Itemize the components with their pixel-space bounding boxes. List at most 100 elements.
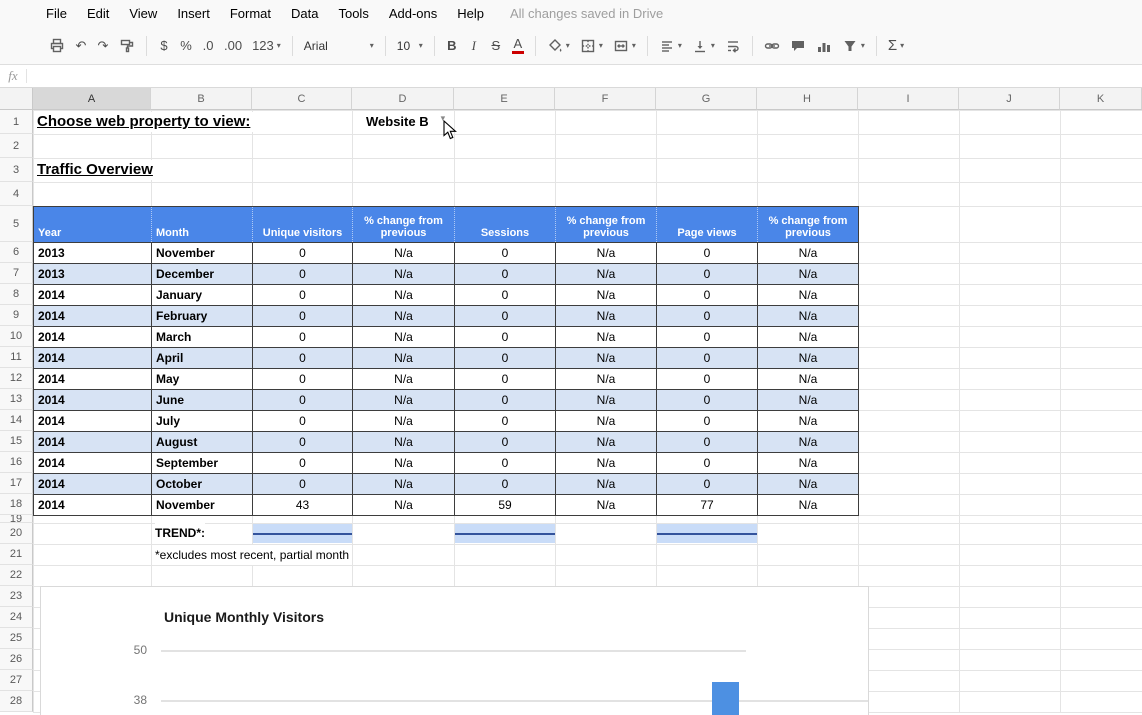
table-cell[interactable]: 2014 (34, 432, 152, 453)
table-cell[interactable]: N/a (758, 264, 859, 285)
table-cell[interactable]: 0 (455, 369, 556, 390)
insert-comment-button[interactable] (785, 34, 811, 58)
table-cell[interactable]: October (152, 474, 253, 495)
table-cell[interactable]: March (152, 327, 253, 348)
table-cell[interactable]: N/a (353, 495, 455, 516)
cell-d1-web-property-select[interactable]: Website B ▾ (366, 112, 445, 132)
table-cell[interactable]: N/a (556, 348, 657, 369)
functions-button[interactable]: Σ▾ (883, 34, 909, 58)
table-cell[interactable]: 2014 (34, 369, 152, 390)
menu-data[interactable]: Data (281, 6, 328, 21)
table-cell[interactable]: 2013 (34, 243, 152, 264)
table-cell[interactable]: 0 (657, 327, 758, 348)
table-cell[interactable]: 0 (657, 348, 758, 369)
row-header-21[interactable]: 21 (0, 544, 33, 565)
table-cell[interactable]: N/a (353, 453, 455, 474)
table-cell[interactable]: N/a (556, 264, 657, 285)
table-cell[interactable]: N/a (556, 432, 657, 453)
bold-button[interactable]: B (441, 34, 463, 58)
table-cell[interactable]: N/a (353, 390, 455, 411)
row-header-9[interactable]: 9 (0, 305, 33, 326)
menu-addons[interactable]: Add-ons (379, 6, 447, 21)
table-cell[interactable]: 0 (253, 285, 353, 306)
table-cell[interactable]: N/a (758, 495, 859, 516)
table-cell[interactable]: 0 (657, 411, 758, 432)
table-cell[interactable]: December (152, 264, 253, 285)
percent-format-button[interactable]: % (175, 34, 197, 58)
table-cell[interactable]: N/a (353, 432, 455, 453)
menu-format[interactable]: Format (220, 6, 281, 21)
table-cell[interactable]: 0 (657, 264, 758, 285)
table-cell[interactable]: 2014 (34, 327, 152, 348)
column-header-D[interactable]: D (352, 88, 454, 110)
row-header-13[interactable]: 13 (0, 389, 33, 410)
sparkline-unique-visitors[interactable] (253, 524, 352, 543)
insert-chart-button[interactable] (811, 34, 837, 58)
row-header-8[interactable]: 8 (0, 284, 33, 305)
row-header-22[interactable]: 22 (0, 565, 33, 586)
increase-decimals-button[interactable]: .00 (219, 34, 247, 58)
currency-format-button[interactable]: $ (153, 34, 175, 58)
sparkline-sessions[interactable] (455, 524, 555, 543)
table-cell[interactable]: 0 (455, 411, 556, 432)
strikethrough-button[interactable]: S (485, 34, 507, 58)
table-cell[interactable]: 0 (657, 243, 758, 264)
column-header-G[interactable]: G (656, 88, 757, 110)
table-cell[interactable]: February (152, 306, 253, 327)
row-header-17[interactable]: 17 (0, 473, 33, 494)
row-header-1[interactable]: 1 (0, 110, 33, 134)
table-cell[interactable]: 2014 (34, 390, 152, 411)
column-header-F[interactable]: F (555, 88, 656, 110)
font-size-select[interactable]: 10▾ (392, 34, 428, 58)
table-cell[interactable]: 0 (455, 474, 556, 495)
table-cell[interactable]: 2014 (34, 285, 152, 306)
table-cell[interactable]: 0 (657, 432, 758, 453)
table-cell[interactable]: 2014 (34, 348, 152, 369)
table-cell[interactable]: 0 (253, 453, 353, 474)
row-header-3[interactable]: 3 (0, 158, 33, 182)
table-cell[interactable]: N/a (353, 285, 455, 306)
row-header-11[interactable]: 11 (0, 347, 33, 368)
table-cell[interactable]: 2014 (34, 453, 152, 474)
table-cell[interactable]: N/a (556, 474, 657, 495)
table-cell[interactable]: May (152, 369, 253, 390)
table-cell[interactable]: 0 (657, 369, 758, 390)
column-header-J[interactable]: J (959, 88, 1060, 110)
italic-button[interactable]: I (463, 34, 485, 58)
table-cell[interactable]: 0 (657, 306, 758, 327)
table-cell[interactable]: N/a (758, 369, 859, 390)
column-header-H[interactable]: H (757, 88, 858, 110)
column-header-I[interactable]: I (858, 88, 959, 110)
table-cell[interactable]: 0 (657, 474, 758, 495)
column-header-B[interactable]: B (151, 88, 252, 110)
table-cell[interactable]: August (152, 432, 253, 453)
table-cell[interactable]: N/a (758, 432, 859, 453)
menu-file[interactable]: File (36, 6, 77, 21)
table-cell[interactable]: 0 (455, 264, 556, 285)
table-cell[interactable]: 0 (455, 306, 556, 327)
row-header-18[interactable]: 18 (0, 494, 33, 515)
decrease-decimals-button[interactable]: .0 (197, 34, 219, 58)
column-header-C[interactable]: C (252, 88, 352, 110)
table-cell[interactable]: N/a (556, 243, 657, 264)
table-cell[interactable]: April (152, 348, 253, 369)
row-header-19[interactable]: 19 (0, 515, 33, 523)
table-cell[interactable]: N/a (758, 243, 859, 264)
row-header-2[interactable]: 2 (0, 134, 33, 158)
table-cell[interactable]: 0 (455, 285, 556, 306)
table-cell[interactable]: N/a (758, 327, 859, 348)
table-cell[interactable]: N/a (758, 285, 859, 306)
borders-button[interactable]: ▾ (575, 34, 608, 58)
redo-button[interactable]: ↷ (92, 34, 114, 58)
table-cell[interactable]: July (152, 411, 253, 432)
row-header-14[interactable]: 14 (0, 410, 33, 431)
more-formats-button[interactable]: 123▾ (247, 34, 286, 58)
select-all-corner[interactable] (0, 88, 33, 110)
undo-button[interactable]: ↶ (70, 34, 92, 58)
text-wrap-button[interactable] (720, 34, 746, 58)
table-cell[interactable]: 0 (455, 327, 556, 348)
filter-button[interactable]: ▾ (837, 34, 870, 58)
table-cell[interactable]: N/a (556, 453, 657, 474)
table-cell[interactable]: N/a (556, 390, 657, 411)
table-cell[interactable]: N/a (556, 285, 657, 306)
